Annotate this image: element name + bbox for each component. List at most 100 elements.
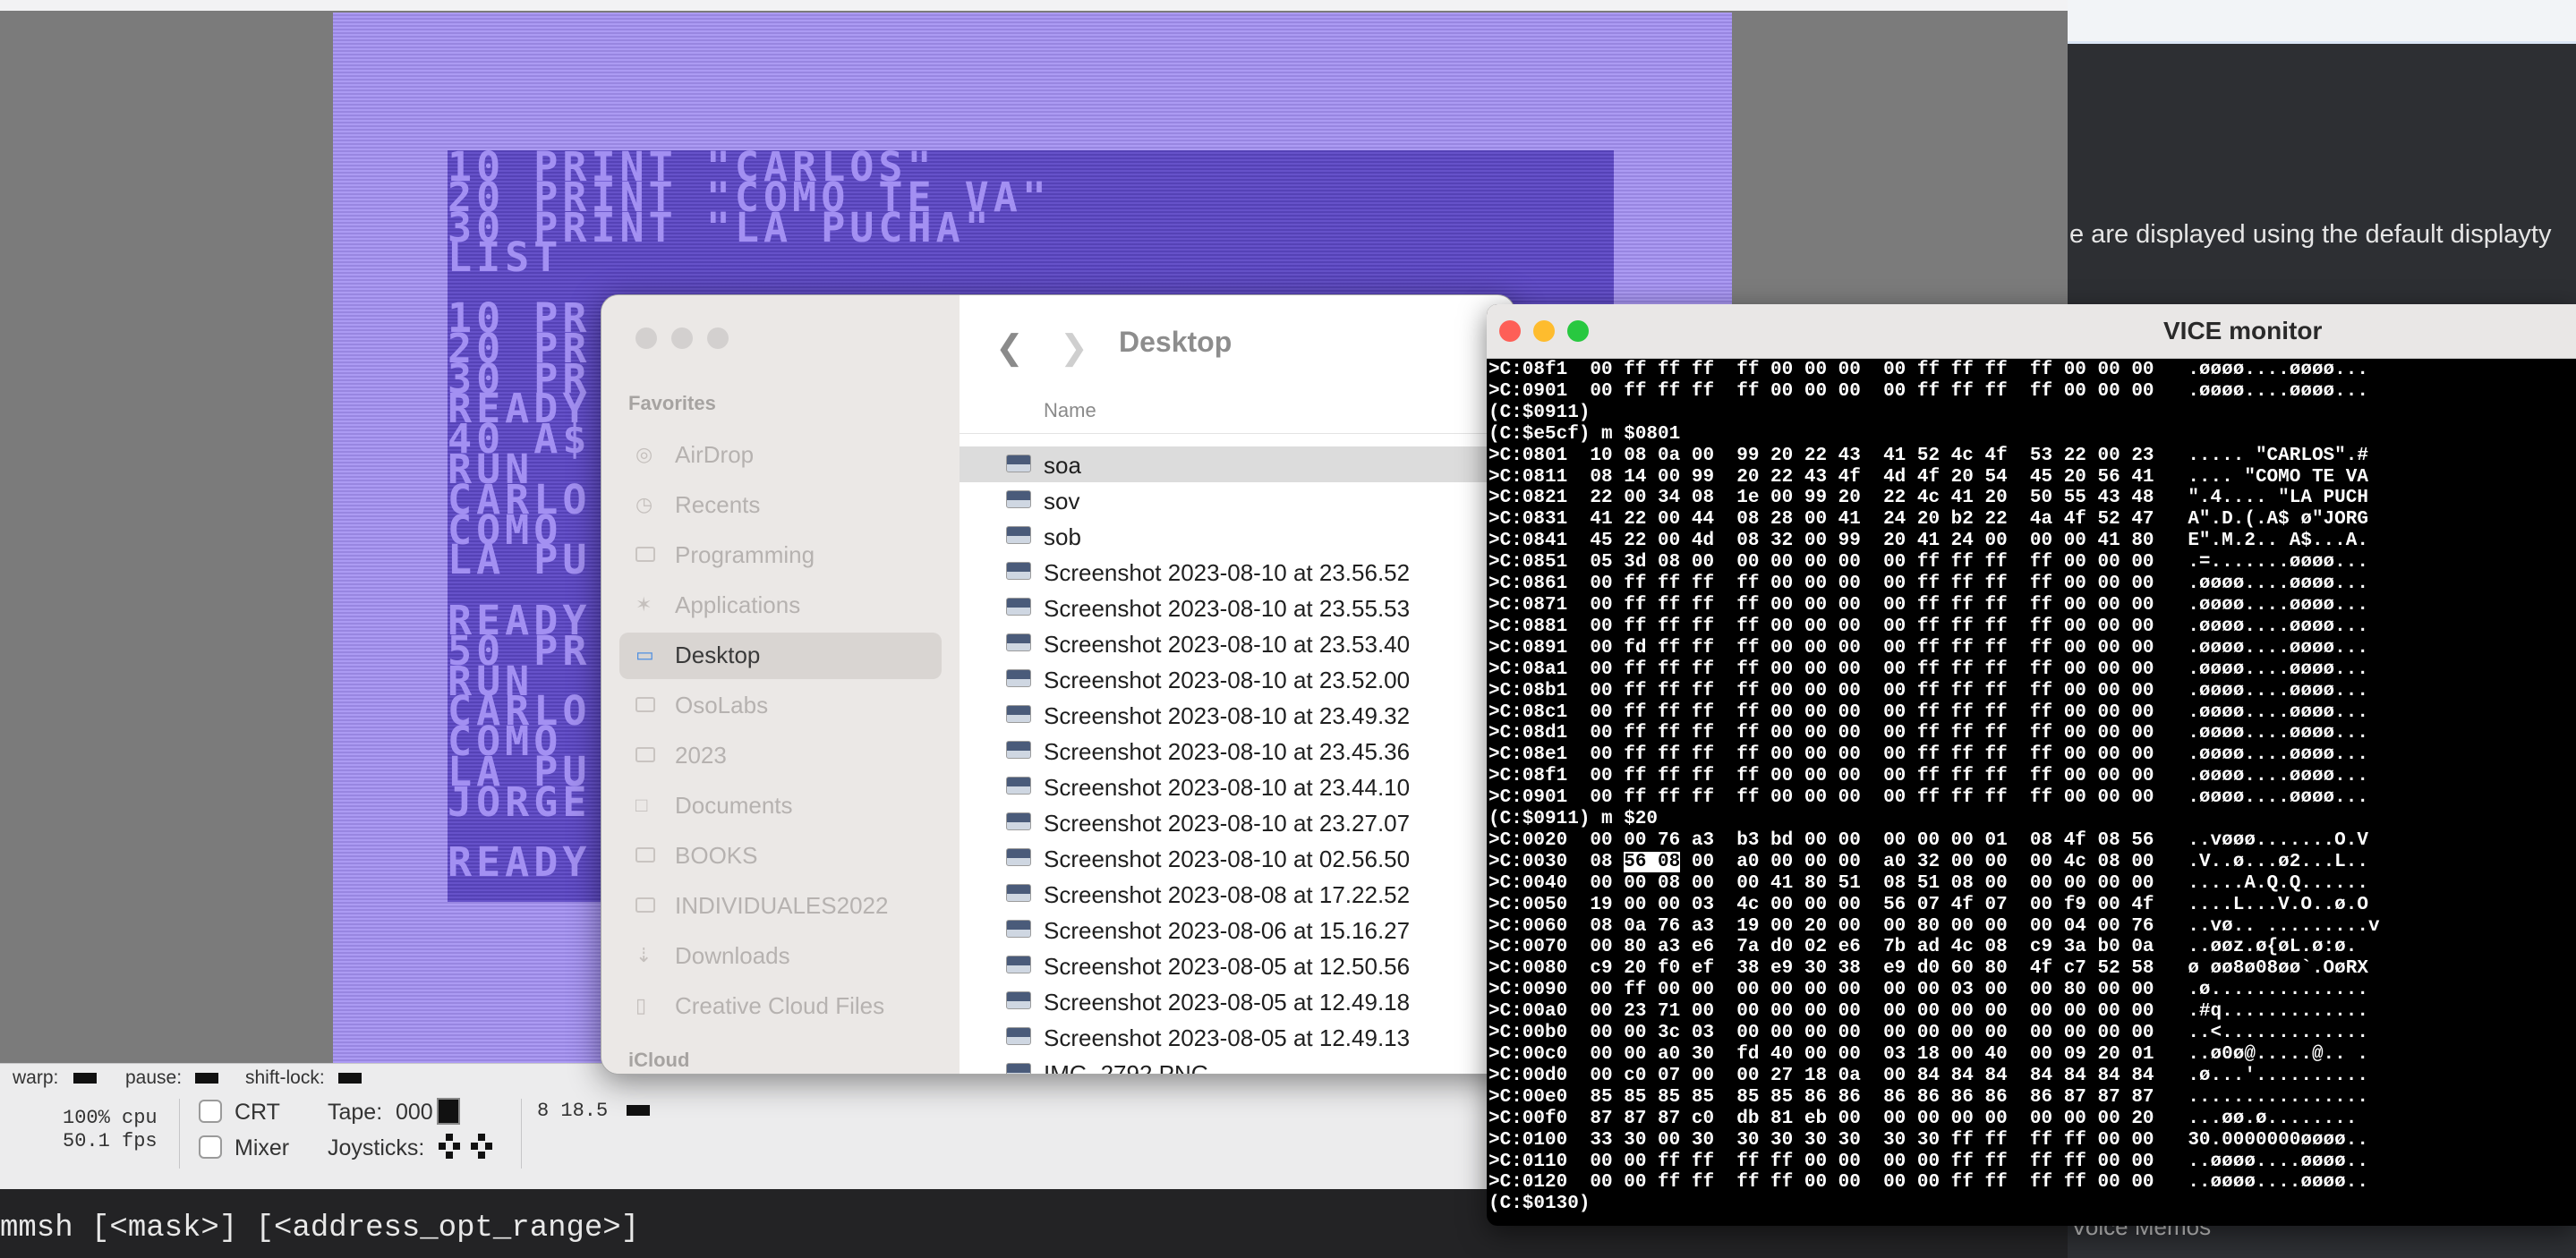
- back-arrow-icon[interactable]: ❮: [995, 327, 1024, 368]
- warp-indicator[interactable]: [73, 1073, 97, 1084]
- file-name: Screenshot 2023-08-05 at 12.50.56: [1044, 953, 1411, 980]
- close-button[interactable]: [1499, 320, 1521, 342]
- sidebar-item-label: BOOKS: [675, 842, 758, 869]
- download-icon: ⇣: [635, 944, 653, 966]
- image-file-icon: [1006, 1027, 1031, 1045]
- file-icon: ▯: [635, 994, 647, 1016]
- monitor-line: >C:0120 00 00 ff ff ff ff 00 00 00 00 ff…: [1488, 1172, 2368, 1194]
- name-column-label[interactable]: Name: [1044, 399, 1096, 422]
- tape-control[interactable]: [437, 1098, 460, 1125]
- background-window-titlebar: [2068, 0, 2576, 44]
- monitor-line: >C:0020 00 00 76 a3 b3 bd 00 00 00 00 00…: [1488, 829, 2368, 851]
- sidebar-item-applications[interactable]: ✶ Applications: [619, 582, 942, 629]
- image-file-icon: [1006, 490, 1031, 508]
- monitor-line: >C:0030 08 56 08 00 a0 00 00 00 a0 32 00…: [1488, 851, 2368, 872]
- clock-icon: ◷: [635, 493, 653, 515]
- joystick-icon[interactable]: [439, 1132, 503, 1169]
- zoom-button[interactable]: [1567, 320, 1589, 342]
- monitor-line: >C:00a0 00 23 71 00 00 00 00 00 00 00 00…: [1488, 1001, 2368, 1023]
- drive-track: 8 18.5: [537, 1100, 609, 1122]
- file-row[interactable]: Screenshot 2023-08-10 at 23.44.10: [960, 769, 1514, 804]
- folder-icon: [635, 697, 655, 712]
- file-row[interactable]: sov: [960, 482, 1514, 518]
- file-row[interactable]: soa: [960, 446, 1514, 482]
- zoom-button[interactable]: [707, 327, 729, 349]
- minimize-button[interactable]: [1533, 320, 1555, 342]
- sidebar-item-desktop[interactable]: ▭ Desktop: [619, 633, 942, 679]
- fps-readout: 50.1 fps: [63, 1130, 158, 1152]
- monitor-line: >C:0070 00 80 a3 e6 7a d0 02 e6 7b ad 4c…: [1488, 937, 2358, 958]
- file-row[interactable]: sob: [960, 518, 1514, 554]
- file-row[interactable]: IMG_2792.PNG: [960, 1055, 1514, 1075]
- vice-monitor-window[interactable]: VICE monitor >C:08f1 00 ff ff ff ff 00 0…: [1487, 304, 2576, 1226]
- sidebar-item-osolabs[interactable]: OsoLabs: [619, 683, 942, 729]
- file-row[interactable]: Screenshot 2023-08-05 at 12.49.18: [960, 983, 1514, 1019]
- sidebar-item-creative-cloud-files[interactable]: ▯ Creative Cloud Files: [619, 983, 942, 1030]
- monitor-output[interactable]: >C:08f1 00 ff ff ff ff 00 00 00 00 ff ff…: [1488, 360, 2380, 1215]
- sidebar-item-downloads[interactable]: ⇣ Downloads: [619, 933, 942, 980]
- monitor-line: >C:0851 05 3d 08 00 00 00 00 00 00 ff ff…: [1488, 552, 2368, 574]
- pause-indicator[interactable]: [195, 1073, 218, 1084]
- file-row[interactable]: Screenshot 2023-08-10 at 23.49.32: [960, 697, 1514, 733]
- file-row[interactable]: Screenshot 2023-08-10 at 23.55.53: [960, 590, 1514, 625]
- file-row[interactable]: Screenshot 2023-08-10 at 23.56.52: [960, 554, 1514, 590]
- sidebar-item-airdrop[interactable]: ◎ AirDrop: [619, 432, 942, 479]
- file-row[interactable]: Screenshot 2023-08-10 at 02.56.50: [960, 840, 1514, 876]
- image-file-icon: [1006, 777, 1031, 795]
- finder-sidebar: Favorites ◎ AirDrop ◷ Recents Programming ✶ Ap…: [601, 295, 960, 1074]
- image-file-icon: [1006, 812, 1031, 830]
- image-file-icon: [1006, 598, 1031, 616]
- minimize-button[interactable]: [671, 327, 693, 349]
- favorites-header: Favorites: [628, 392, 716, 414]
- file-name: Screenshot 2023-08-10 at 23.49.32: [1044, 702, 1411, 729]
- terminal-text: mmsh [<mask>] [<address_opt_range>]: [0, 1211, 640, 1245]
- warp-label: warp:: [13, 1067, 59, 1088]
- sidebar-item-recents[interactable]: ◷ Recents: [619, 482, 942, 529]
- monitor-titlebar[interactable]: VICE monitor: [1487, 304, 2576, 359]
- sidebar-item-label: Applications: [675, 591, 801, 618]
- file-row[interactable]: Screenshot 2023-08-08 at 17.22.52: [960, 876, 1514, 912]
- file-row[interactable]: Screenshot 2023-08-06 at 15.16.27: [960, 912, 1514, 948]
- file-row[interactable]: Screenshot 2023-08-10 at 23.27.07: [960, 804, 1514, 840]
- shift-lock-indicator[interactable]: [338, 1073, 362, 1084]
- sidebar-item-2023[interactable]: 2023: [619, 733, 942, 779]
- file-name: sov: [1044, 488, 1080, 514]
- sidebar-item-programming[interactable]: Programming: [619, 532, 942, 579]
- finder-content: ❮ ❯ Desktop Name soa sov sob Screenshot 202…: [960, 295, 1514, 1074]
- image-file-icon: [1006, 884, 1031, 902]
- monitor-line: >C:0050 19 00 00 03 4c 00 00 00 56 07 4f…: [1488, 894, 2368, 915]
- background-doc-text: e are displayed using the default displa…: [2069, 220, 2552, 249]
- monitor-line: >C:0080 c9 20 f0 ef 38 e9 30 38 e9 d0 60…: [1488, 958, 2368, 980]
- monitor-line: (C:$e5cf) m $0801: [1488, 423, 1681, 445]
- monitor-line: >C:0871 00 ff ff ff ff 00 00 00 00 ff ff…: [1488, 594, 2368, 616]
- column-header[interactable]: Name: [960, 388, 1514, 434]
- file-name: IMG_2792.PNG: [1044, 1060, 1209, 1075]
- file-row[interactable]: Screenshot 2023-08-10 at 23.53.40: [960, 625, 1514, 661]
- monitor-line: >C:0801 10 08 0a 00 99 20 22 43 41 52 4c…: [1488, 445, 2368, 466]
- image-file-icon: [1006, 526, 1031, 544]
- file-row[interactable]: Screenshot 2023-08-10 at 23.45.36: [960, 733, 1514, 769]
- crt-checkbox[interactable]: [199, 1100, 222, 1123]
- close-button[interactable]: [635, 327, 657, 349]
- monitor-line: >C:0040 00 00 08 00 00 41 80 51 08 51 08…: [1488, 872, 2368, 894]
- forward-arrow-icon[interactable]: ❯: [1060, 327, 1088, 368]
- folder-icon: [635, 847, 655, 863]
- finder-window[interactable]: Favorites ◎ AirDrop ◷ Recents Programming ✶ Ap…: [601, 294, 1515, 1075]
- sidebar-item-books[interactable]: BOOKS: [619, 833, 942, 880]
- sidebar-item-label: Recents: [675, 491, 761, 518]
- image-file-icon: [1006, 741, 1031, 759]
- sidebar-item-documents[interactable]: □ Documents: [619, 783, 942, 829]
- monitor-line: >C:0100 33 30 00 30 30 30 30 30 30 30 ff…: [1488, 1129, 2368, 1151]
- sidebar-item-label: OsoLabs: [675, 692, 769, 718]
- file-row[interactable]: Screenshot 2023-08-05 at 12.50.56: [960, 948, 1514, 983]
- monitor-line: (C:$0911): [1488, 402, 1591, 423]
- sidebar-item-individuales2022[interactable]: INDIVIDUALES2022: [619, 883, 942, 930]
- file-row[interactable]: Screenshot 2023-08-05 at 12.49.13: [960, 1019, 1514, 1055]
- file-name: Screenshot 2023-08-05 at 12.49.13: [1044, 1024, 1411, 1051]
- document-icon: □: [635, 794, 648, 816]
- monitor-line: >C:08e1 00 ff ff ff ff 00 00 00 00 ff ff…: [1488, 744, 2368, 766]
- file-name: Screenshot 2023-08-06 at 15.16.27: [1044, 917, 1411, 944]
- icloud-header: iCloud: [628, 1049, 690, 1071]
- file-row[interactable]: Screenshot 2023-08-10 at 23.52.00: [960, 661, 1514, 697]
- mixer-checkbox[interactable]: [199, 1135, 222, 1159]
